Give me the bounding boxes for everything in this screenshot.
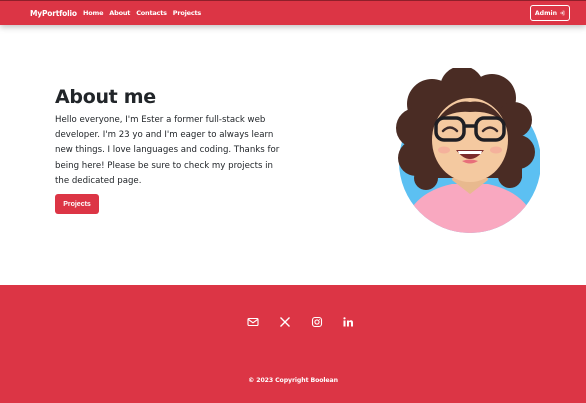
login-icon <box>560 10 565 16</box>
nav-link-contacts[interactable]: Contacts <box>136 9 167 17</box>
instagram-icon[interactable] <box>310 315 324 329</box>
nav-links: Home About Contacts Projects <box>83 9 201 17</box>
admin-button[interactable]: Admin <box>530 5 570 21</box>
projects-button[interactable]: Projects <box>55 194 99 214</box>
brand-logo[interactable]: MyPortfolio <box>30 9 77 18</box>
navbar: MyPortfolio Home About Contacts Projects… <box>0 0 586 25</box>
x-icon[interactable] <box>278 315 292 329</box>
about-text: Hello everyone, I'm Ester a former full-… <box>55 115 280 186</box>
mail-icon[interactable] <box>246 315 260 329</box>
page-title: About me <box>55 86 156 108</box>
nav-link-about[interactable]: About <box>109 9 130 17</box>
linkedin-icon[interactable] <box>341 315 355 329</box>
copyright-text: © 2023 Copyright Boolean <box>248 377 338 384</box>
nav-link-home[interactable]: Home <box>83 9 103 17</box>
footer: © 2023 Copyright Boolean <box>0 285 586 403</box>
nav-link-projects[interactable]: Projects <box>173 9 202 17</box>
avatar <box>396 68 540 233</box>
admin-button-label: Admin <box>534 9 558 17</box>
